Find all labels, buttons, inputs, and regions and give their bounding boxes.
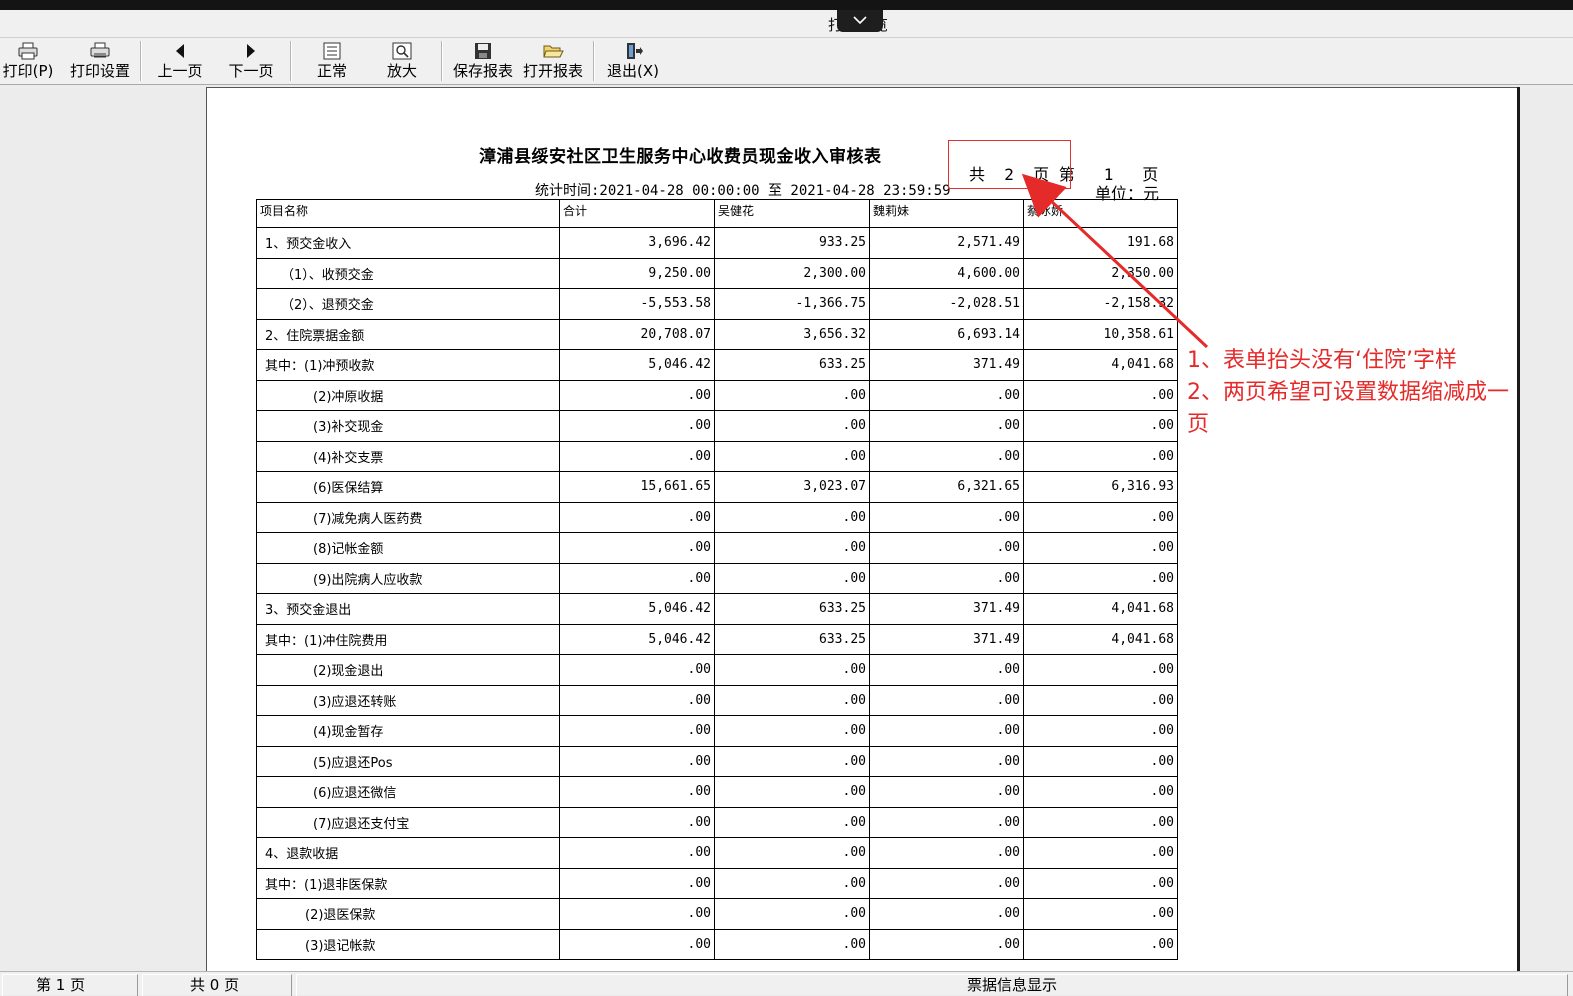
normal-view-button[interactable]: 正常 — [314, 40, 350, 82]
prev-page-button[interactable]: 上一页 — [155, 40, 205, 82]
collapse-tab[interactable] — [837, 10, 883, 32]
annotation-arrow — [1021, 173, 1209, 349]
chevron-down-icon — [853, 16, 867, 25]
window-titlebar: 打印预览 — [0, 10, 1573, 38]
annotation-note: 1、表单抬头没有‘住院’字样 2、两页希望可设置数据缩减成一页 — [1187, 345, 1527, 441]
arrow-right-icon — [247, 44, 255, 58]
printer-icon — [18, 42, 38, 60]
exit-label: 退出(X) — [607, 62, 659, 80]
open-report-label: 打开报表 — [522, 62, 583, 80]
print-setup-icon — [90, 42, 110, 58]
save-report-label: 保存报表 — [452, 62, 513, 80]
preview-viewport[interactable]: 漳浦县绥安社区卫生服务中心收费员现金收入审核表 共 2 页 第 1 页 统计时间… — [0, 85, 1573, 971]
print-label: 打印(P) — [2, 62, 54, 80]
print-setup-label: 打印设置 — [69, 62, 130, 80]
toolbar: 打印(P) 打印设置 上一页 下一页 正常 放大 保存报表 打开报表 退出(X) — [0, 38, 1573, 85]
next-page-label: 下一页 — [228, 62, 274, 80]
statusbar: 第 1 页 共 0 页 票据信息显示 — [0, 971, 1573, 996]
screen-top-edge — [0, 0, 1573, 10]
normal-view-label: 正常 — [316, 62, 347, 80]
annotation-line-2: 2、两页希望可设置数据缩减成一页 — [1187, 380, 1509, 437]
zoom-button[interactable]: 放大 — [384, 40, 420, 82]
save-report-button[interactable]: 保存报表 — [451, 40, 515, 82]
next-page-button[interactable]: 下一页 — [226, 40, 276, 82]
status-total-pages: 共 0 页 — [142, 974, 292, 996]
toolbar-separator — [290, 41, 292, 81]
annotation-line-1: 1、表单抬头没有‘住院’字样 — [1187, 348, 1457, 373]
page-icon — [323, 42, 341, 60]
print-setup-button[interactable]: 打印设置 — [68, 40, 132, 82]
folder-open-icon — [543, 45, 564, 58]
print-button[interactable]: 打印(P) — [2, 40, 54, 82]
arrow-left-icon — [176, 44, 184, 58]
prev-page-label: 上一页 — [157, 62, 203, 80]
toolbar-separator — [140, 41, 142, 81]
save-disk-icon — [475, 43, 491, 59]
exit-door-icon — [627, 43, 643, 59]
exit-button[interactable]: 退出(X) — [605, 40, 661, 82]
zoom-icon — [392, 42, 412, 60]
toolbar-separator — [593, 41, 595, 81]
status-info: 票据信息显示 — [296, 974, 1568, 996]
zoom-label: 放大 — [386, 62, 417, 80]
open-report-button[interactable]: 打开报表 — [521, 40, 585, 82]
status-current-page: 第 1 页 — [2, 974, 138, 996]
toolbar-separator — [441, 41, 443, 81]
